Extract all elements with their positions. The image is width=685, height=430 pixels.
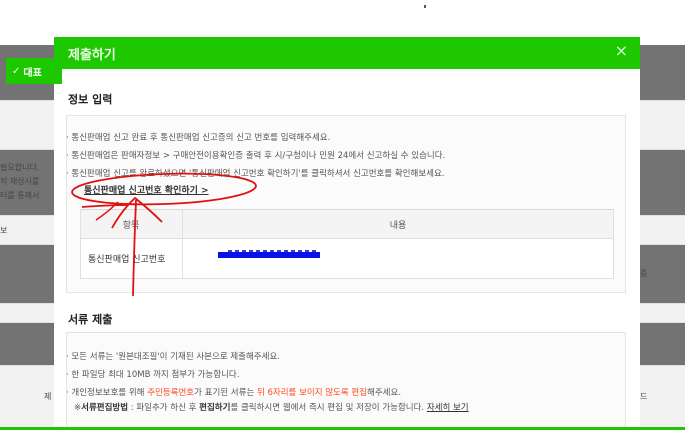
doc-detail-link[interactable]: 자세히 보기	[427, 403, 469, 413]
doc-guide-4-text: 를 클릭하시면 웹에서 즉시 편집 및 저장이 가능합니다.	[230, 403, 427, 413]
doc-guide-4: ※서류편집방법 : 파일추가 하신 후 편집하기를 클릭하시면 웹에서 즉시 편…	[74, 401, 469, 413]
masked-registration-number	[218, 252, 320, 258]
doc-guide-3-text: · 개인정보보호를 위해	[66, 388, 148, 398]
background-text: 증	[640, 269, 648, 278]
doc-guide-3-highlight: 주민등록번호	[147, 388, 195, 398]
submit-modal: 제출하기 × 정보 입력 · 통신판매업 신고 완료 후 통신판매업 신고증의 …	[54, 37, 640, 430]
doc-box	[66, 332, 626, 430]
check-icon: ✓	[12, 65, 21, 77]
doc-guide-4-strong: 편집하기	[199, 403, 231, 413]
close-icon[interactable]: ×	[615, 43, 628, 59]
doc-guide-4-strong: 서류편집방법	[81, 403, 129, 413]
table-divider	[80, 209, 81, 279]
table-divider	[182, 209, 183, 279]
background-text: 터를 통해서	[0, 191, 40, 200]
representative-badge: ✓ 대표	[6, 58, 62, 84]
background-text: 보	[0, 226, 8, 235]
info-section-title: 정보 입력	[68, 93, 113, 106]
table-header-content: 내용	[182, 209, 614, 239]
modal-title: 제출하기	[68, 48, 116, 63]
doc-guide-4-text: : 파일추가 하신 후	[128, 403, 200, 413]
doc-guide-3-text: 가 표기된 서류는	[194, 388, 257, 398]
background-text: 적 재상사를	[0, 177, 40, 186]
background-text: 필요합니다.	[0, 163, 40, 172]
doc-guide-2: · 한 파일당 최대 10MB 까지 첨부가 가능합니다.	[66, 370, 240, 380]
table-divider	[613, 209, 614, 279]
modal-header: 제출하기 ×	[54, 37, 640, 69]
info-guide-3: · 통신판매업 신고를 완료하셨으면 '통신판매업 신고번호 확인하기'를 클릭…	[66, 169, 445, 179]
doc-guide-3-highlight: 뒤 6자리를 보이지 않도록 편집	[256, 388, 368, 398]
registration-number-field[interactable]	[182, 239, 614, 279]
background-text: 제	[44, 392, 52, 401]
doc-section-title: 서류 제출	[68, 313, 113, 326]
doc-guide-3: · 개인정보보호를 위해 주민등록번호가 표기된 서류는 뒤 6자리를 보이지 …	[66, 386, 401, 398]
table-header-item: 항목	[80, 209, 182, 239]
badge-label: 대표	[23, 67, 42, 79]
background-dot	[424, 5, 426, 8]
doc-guide-1: · 모든 서류는 '원본대조필'이 기재된 사본으로 제출해주세요.	[66, 352, 280, 362]
info-guide-2: · 통신판매업은 판매자정보 > 구매안전이용확인증 출력 후 시/구청이나 민…	[66, 151, 446, 161]
background-text: 드	[640, 392, 648, 401]
doc-guide-3-text: 해주세요.	[367, 388, 402, 398]
info-guide-1: · 통신판매업 신고 완료 후 통신판매업 신고증의 신고 번호를 입력해주세요…	[66, 133, 331, 143]
verify-registration-link[interactable]: 통신판매업 신고번호 확인하기 >	[84, 183, 209, 196]
table-row-label: 통신판매업 신고번호	[80, 239, 182, 279]
